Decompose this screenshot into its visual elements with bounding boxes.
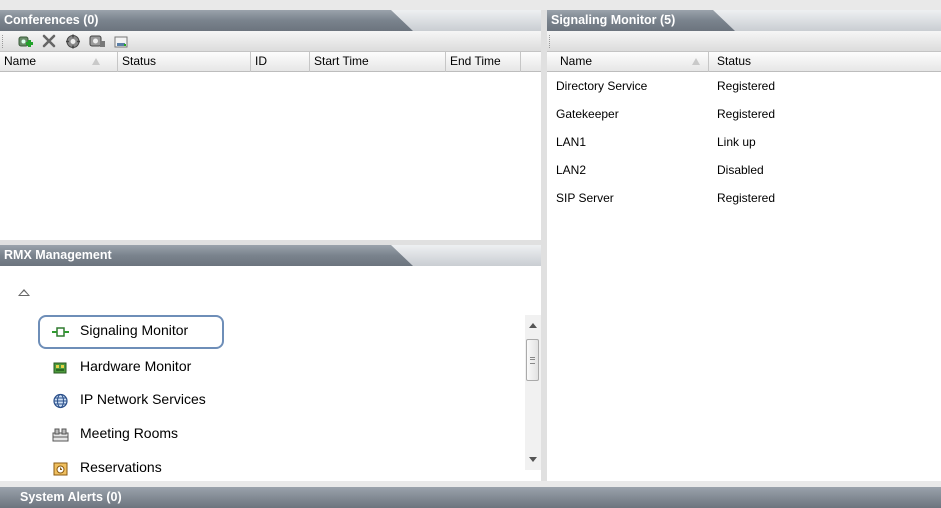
- table-row[interactable]: Gatekeeper Registered: [547, 100, 941, 128]
- title-tab-decoration: [391, 10, 541, 31]
- conferences-panel: Conferences (0) Name Status ID Start Tim…: [0, 10, 541, 240]
- new-conference-icon[interactable]: [16, 33, 34, 50]
- signaling-monitor-icon: [52, 322, 69, 338]
- row-name: Gatekeeper: [556, 107, 619, 121]
- row-name: Directory Service: [556, 79, 648, 93]
- row-name: SIP Server: [556, 191, 614, 205]
- rmx-item-label: Meeting Rooms: [80, 425, 179, 441]
- row-status: Registered: [717, 191, 776, 205]
- conference-properties-icon[interactable]: [88, 33, 106, 50]
- sort-ascending-icon: [92, 58, 100, 65]
- column-header-label: Status: [717, 54, 752, 68]
- column-header-label: End Time: [450, 54, 501, 68]
- signaling-monitor-panel: Signaling Monitor (5) Name Status Direct…: [547, 10, 941, 481]
- conferences-title: Conferences (0): [4, 13, 99, 27]
- signaling-monitor-table-header: Name Status: [547, 52, 941, 72]
- toolbar-grip[interactable]: [549, 35, 552, 48]
- globe-icon: [52, 391, 69, 409]
- column-header-name[interactable]: Name: [0, 52, 118, 72]
- system-alerts-title: System Alerts (0): [20, 490, 122, 504]
- row-name: LAN1: [556, 135, 587, 149]
- scroll-thumb[interactable]: [526, 339, 539, 381]
- system-alerts-bar[interactable]: System Alerts (0): [0, 487, 941, 508]
- conferences-toolbar: [0, 31, 541, 52]
- title-tab-decoration: [391, 245, 541, 266]
- rmx-management-title-bar: RMX Management: [0, 245, 541, 266]
- delete-icon[interactable]: [40, 33, 58, 50]
- rmx-item-label: Signaling Monitor: [80, 322, 189, 338]
- table-row[interactable]: LAN2 Disabled: [547, 156, 941, 184]
- signaling-monitor-title-bar: Signaling Monitor (5): [547, 10, 941, 31]
- toolbar-grip[interactable]: [2, 35, 5, 48]
- column-header-end-time[interactable]: End Time: [446, 52, 521, 72]
- column-header-label: Name: [4, 54, 37, 68]
- meeting-rooms-icon: [52, 425, 69, 442]
- scroll-down-icon[interactable]: [529, 457, 537, 462]
- column-header-start-time[interactable]: Start Time: [310, 52, 446, 72]
- column-header-label: Name: [560, 54, 593, 68]
- sort-ascending-icon: [692, 58, 700, 65]
- conference-settings-icon[interactable]: [64, 33, 82, 50]
- row-status: Disabled: [717, 163, 764, 177]
- row-status: Link up: [717, 135, 756, 149]
- save-to-file-icon[interactable]: [112, 33, 130, 50]
- rmx-management-scrollbar[interactable]: [525, 315, 541, 470]
- column-header-label: Status: [122, 54, 157, 68]
- signaling-monitor-title: Signaling Monitor (5): [551, 13, 676, 27]
- rmx-item-label: Hardware Monitor: [80, 358, 192, 374]
- reservations-icon: [52, 459, 69, 476]
- column-header-id[interactable]: ID: [251, 52, 310, 72]
- hardware-monitor-icon: [52, 358, 69, 374]
- collapse-icon-inner: [20, 291, 28, 295]
- row-status: Registered: [717, 107, 776, 121]
- conferences-table-header: Name Status ID Start Time End Time: [0, 52, 541, 72]
- column-header-status[interactable]: Status: [709, 52, 941, 72]
- table-row[interactable]: Directory Service Registered: [547, 72, 941, 100]
- table-row[interactable]: LAN1 Link up: [547, 128, 941, 156]
- table-row[interactable]: SIP Server Registered: [547, 184, 941, 212]
- rmx-item-label: IP Network Services: [80, 391, 206, 407]
- scroll-up-icon[interactable]: [529, 323, 537, 328]
- column-header-name[interactable]: Name: [547, 52, 709, 72]
- column-header-status[interactable]: Status: [118, 52, 251, 72]
- column-header-label: ID: [255, 54, 267, 68]
- title-tab-decoration: [713, 10, 941, 31]
- rmx-management-title: RMX Management: [4, 248, 112, 262]
- signaling-monitor-toolbar: [547, 31, 941, 52]
- column-header-label: Start Time: [314, 54, 369, 68]
- row-status: Registered: [717, 79, 776, 93]
- conferences-title-bar: Conferences (0): [0, 10, 541, 31]
- rmx-item-label: Reservations: [80, 459, 162, 475]
- row-name: LAN2: [556, 163, 587, 177]
